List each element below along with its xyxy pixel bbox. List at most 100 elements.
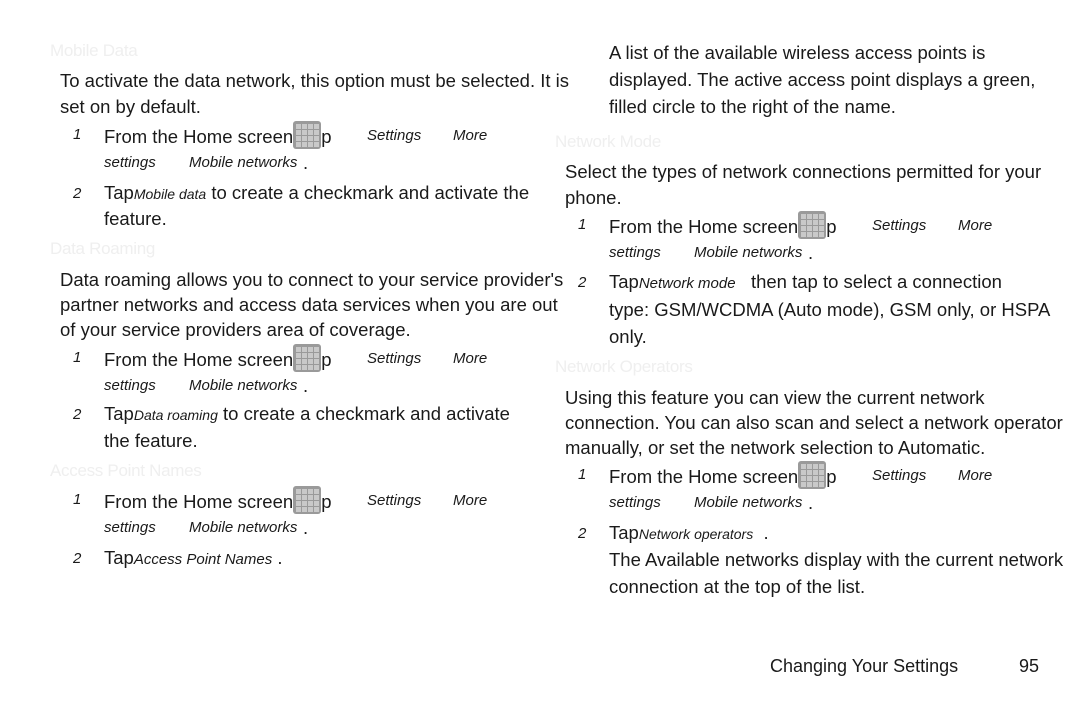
step-text-p: p — [321, 126, 332, 147]
operators-para-line3: manually, or set the network selection t… — [565, 437, 986, 458]
step-text-line3: only. — [609, 326, 647, 347]
data-roaming-item: Data roaming — [133, 407, 218, 423]
more-label: More — [453, 350, 488, 367]
roaming-para-line2: partner networks and access data service… — [60, 294, 558, 315]
apn-cont-line3: filled circle to the right of the name. — [609, 96, 896, 117]
network-mode-item: Network mode — [638, 275, 736, 292]
network-operators-item: Network operators — [638, 526, 754, 542]
step-text: TapNetwork operators . — [609, 520, 769, 547]
more-settings-label: settings — [104, 154, 156, 171]
mobile-networks-label: Mobile networks — [189, 154, 298, 171]
mobile-data-item: Mobile data — [133, 186, 207, 202]
result-line2: connection at the top of the list. — [609, 576, 866, 597]
settings-label: Settings — [367, 127, 422, 144]
step-dot: . — [303, 517, 309, 538]
access-point-names-item: Access Point Names — [133, 551, 273, 568]
tap-word: Tap — [104, 403, 134, 424]
step-text: From the Home screen p — [609, 211, 836, 240]
roaming-para-line1: Data roaming allows you to connect to yo… — [60, 269, 564, 290]
step-text: TapAccess Point Names . — [104, 545, 283, 573]
step-number: 1 — [73, 491, 82, 508]
step-number: 1 — [73, 126, 82, 143]
step-dot: . — [303, 375, 309, 396]
tap-word: Tap — [609, 522, 639, 543]
step-text-home: From the Home screen — [609, 216, 799, 237]
step-text-home: From the Home screen — [609, 466, 799, 487]
apps-grid-icon — [798, 461, 827, 489]
tap-word: Tap — [104, 182, 134, 203]
more-settings-label: settings — [609, 494, 661, 511]
more-settings-label: settings — [104, 519, 156, 536]
step-number: 1 — [578, 216, 587, 233]
more-label: More — [958, 467, 993, 484]
more-label: More — [958, 217, 993, 234]
mobile-data-para-line1: To activate the data network, this optio… — [60, 70, 570, 91]
step-text: From the Home screen p — [609, 461, 836, 490]
heading-access-point-names: Access Point Names — [50, 461, 202, 480]
apps-grid-icon — [293, 121, 322, 149]
step-text: TapNetwork mode then tap to select a con… — [609, 269, 1002, 297]
step-text-line2: the feature. — [104, 430, 198, 451]
step-rest: then tap to select a connection — [750, 271, 1002, 292]
step-rest: to create a checkmark and activate the — [211, 182, 530, 203]
step-text-home: From the Home screen — [104, 349, 294, 370]
apn-cont-line1: A list of the available wireless access … — [609, 42, 986, 63]
mobile-data-para-line2: set on by default. — [60, 96, 201, 117]
apps-grid-icon — [293, 486, 322, 514]
page-number: 95 — [1019, 656, 1040, 676]
mobile-networks-label: Mobile networks — [189, 519, 298, 536]
step-dot: . — [808, 242, 814, 263]
step-text: TapData roaming to create a checkmark an… — [104, 401, 510, 428]
step-text-home: From the Home screen — [104, 126, 294, 147]
step-rest: to create a checkmark and activate — [223, 403, 510, 424]
more-label: More — [453, 492, 488, 509]
step-text: From the Home screen p — [104, 121, 331, 150]
step-text-line2: type: GSM/WCDMA (Auto mode), GSM only, o… — [609, 299, 1051, 320]
settings-label: Settings — [872, 467, 927, 484]
settings-label: Settings — [872, 217, 927, 234]
more-label: More — [453, 127, 488, 144]
mobile-networks-label: Mobile networks — [694, 494, 803, 511]
more-settings-label: settings — [104, 377, 156, 394]
heading-network-operators: Network Operators — [555, 357, 693, 376]
tap-word: Tap — [104, 547, 134, 568]
step-number: 2 — [73, 550, 82, 567]
step-number: 2 — [73, 406, 82, 423]
apps-grid-icon — [798, 211, 827, 239]
heading-mobile-data: Mobile Data — [50, 41, 138, 60]
tap-word: Tap — [609, 271, 639, 292]
network-mode-para-line2: phone. — [565, 187, 622, 208]
settings-label: Settings — [367, 350, 422, 367]
step-number: 2 — [73, 185, 82, 202]
step-text: From the Home screen p — [104, 486, 331, 515]
step-text-p: p — [826, 216, 837, 237]
step-number: 1 — [73, 349, 82, 366]
operators-para-line1: Using this feature you can view the curr… — [565, 387, 985, 408]
step-text-p: p — [826, 466, 837, 487]
step-text-line2: feature. — [104, 208, 167, 229]
network-mode-para-line1: Select the types of network connections … — [565, 161, 1042, 182]
step-text-p: p — [321, 491, 332, 512]
step-number: 2 — [578, 274, 587, 291]
apn-cont-line2: displayed. The active access point displ… — [609, 67, 1036, 93]
operators-para-line2: connection. You can also scan and select… — [565, 412, 1063, 433]
roaming-para-line3: of your service providers area of covera… — [60, 319, 411, 340]
step-text-home: From the Home screen — [104, 491, 294, 512]
step-dot: . — [277, 547, 283, 568]
step-dot: . — [303, 152, 309, 173]
footer-section-title: Changing Your Settings — [770, 656, 959, 676]
step-text: From the Home screen p — [104, 344, 331, 373]
mobile-networks-label: Mobile networks — [189, 377, 298, 394]
mobile-networks-label: Mobile networks — [694, 244, 803, 261]
step-number: 1 — [578, 466, 587, 483]
step-dot: . — [763, 522, 769, 543]
apps-grid-icon — [293, 344, 322, 372]
result-line1: The Available networks display with the … — [609, 549, 1064, 570]
step-number: 2 — [578, 525, 587, 542]
heading-network-mode: Network Mode — [555, 132, 661, 151]
step-dot: . — [808, 492, 814, 513]
settings-label: Settings — [367, 492, 422, 509]
heading-data-roaming: Data Roaming — [50, 239, 156, 258]
more-settings-label: settings — [609, 244, 661, 261]
step-text-p: p — [321, 349, 332, 370]
